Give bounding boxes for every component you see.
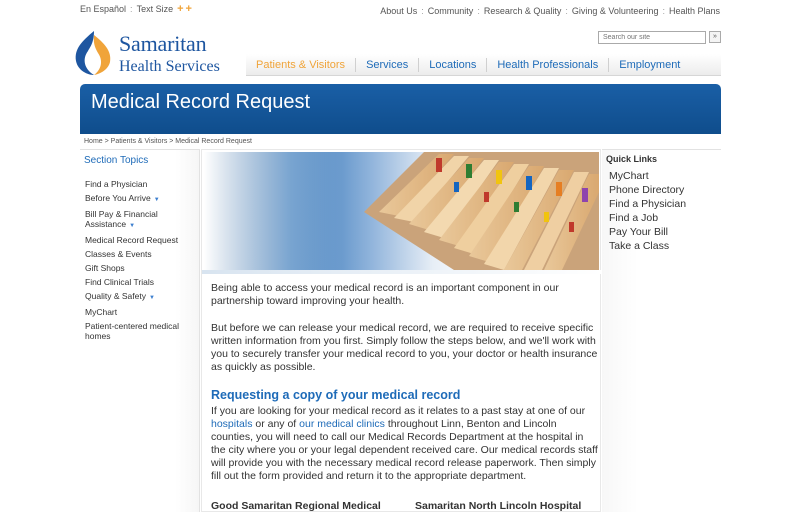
research-quality-link[interactable]: Research & Quality [484,6,562,16]
nav-employment[interactable]: Employment [609,59,690,71]
page-title-banner: Medical Record Request [80,84,721,134]
quick-links-panel: Quick Links MyChart Phone Directory Find… [602,149,721,512]
breadcrumb[interactable]: Home > Patients & Visitors > Medical Rec… [84,138,252,145]
sidebar-item-mychart[interactable]: MyChart [85,307,197,317]
hero-divider [202,270,602,274]
logo-name: Samaritan [119,31,207,56]
espanol-link[interactable]: En Español [80,4,126,14]
separator: : [477,6,480,16]
quick-link-take-class[interactable]: Take a Class [609,239,686,253]
text-size-label: Text Size [136,4,174,14]
quick-link-find-job[interactable]: Find a Job [609,211,686,225]
quick-links-title: Quick Links [606,154,658,164]
search-input[interactable] [598,31,706,44]
separator: : [662,6,665,16]
text-span: If you are looking for your medical reco… [211,405,586,417]
utility-left: En Español : Text Size + + [80,3,192,15]
nav-locations[interactable]: Locations [419,59,486,71]
health-plans-link[interactable]: Health Plans [669,6,720,16]
sidebar-item-clinical-trials[interactable]: Find Clinical Trials [85,277,197,287]
sidebar-item-medical-record-request[interactable]: Medical Record Request [85,235,197,245]
sidebar-item-label: Patient-centered medical homes [85,321,180,341]
caret-down-icon: ▼ [129,223,136,229]
caret-down-icon: ▼ [148,295,155,301]
file-folders-image [204,152,599,270]
medical-clinics-link[interactable]: our medical clinics [299,418,385,430]
sidebar-item-label: Classes & Events [85,249,152,259]
intro-paragraph: Being able to access your medical record… [211,282,559,307]
sidebar-item-find-physician[interactable]: Find a Physician [85,179,197,189]
search-button[interactable]: » [709,31,721,43]
flame-logo-icon [75,31,111,75]
hospitals-link[interactable]: hospitals [211,418,252,430]
caret-down-icon: ▼ [153,197,160,203]
hospital-name-north-lincoln: Samaritan North Lincoln Hospital [415,500,582,512]
separator: : [421,6,424,16]
sidebar-item-label: Find Clinical Trials [85,277,154,287]
quick-link-mychart[interactable]: MyChart [609,169,686,183]
nav-health-professionals[interactable]: Health Professionals [487,59,608,71]
separator: : [130,4,133,14]
main-content: Being able to access your medical record… [201,149,602,512]
section-topics-title: Section Topics [84,155,149,166]
sidebar-item-label: Find a Physician [85,179,148,189]
page-title: Medical Record Request [91,91,310,113]
sidebar-item-label: MyChart [85,307,118,317]
quick-link-find-physician[interactable]: Find a Physician [609,197,686,211]
utility-links: About Us : Community : Research & Qualit… [380,6,720,16]
sidebar-item-before-you-arrive[interactable]: Before You Arrive ▼ [85,193,197,205]
sidebar-item-quality-safety[interactable]: Quality & Safety ▼ [85,291,197,303]
main-nav: Patients & Visitors Services Locations H… [246,54,721,76]
section-topics-nav: Section Topics Find a Physician Before Y… [80,149,200,512]
quick-link-phone-directory[interactable]: Phone Directory [609,183,686,197]
sidebar-item-label: Before You Arrive [85,193,151,203]
text-size-large-button[interactable]: + [186,3,192,15]
release-paragraph: But before we can release your medical r… [211,322,598,373]
samaritan-logo[interactable]: Samaritan Health Services [72,29,222,79]
giving-volunteering-link[interactable]: Giving & Volunteering [572,6,659,16]
sidebar-item-classes-events[interactable]: Classes & Events [85,249,197,259]
text-span: or any of [252,418,300,430]
logo-subname: Health Services [119,58,220,75]
sidebar-item-label: Quality & Safety [85,291,146,301]
quick-link-pay-bill[interactable]: Pay Your Bill [609,225,686,239]
text-size-small-button[interactable]: + [177,3,183,15]
sidebar-item-label: Gift Shops [85,263,125,273]
hero-image-medical-records [204,152,599,270]
separator: : [565,6,568,16]
nav-services[interactable]: Services [356,59,418,71]
sidebar-item-label: Medical Record Request [85,235,179,245]
community-link[interactable]: Community [428,6,474,16]
sidebar-item-bill-pay[interactable]: Bill Pay & Financial Assistance ▼ [85,209,197,231]
nav-patients-visitors[interactable]: Patients & Visitors [246,59,355,71]
hospital-name-good-samaritan: Good Samaritan Regional Medical [211,500,381,512]
sidebar-item-label: Bill Pay & Financial Assistance [85,209,158,229]
sidebar-item-medical-homes[interactable]: Patient-centered medical homes [85,321,197,341]
request-paragraph: If you are looking for your medical reco… [211,405,599,483]
section-heading: Requesting a copy of your medical record [211,388,461,402]
sidebar-item-gift-shops[interactable]: Gift Shops [85,263,197,273]
about-us-link[interactable]: About Us [380,6,417,16]
